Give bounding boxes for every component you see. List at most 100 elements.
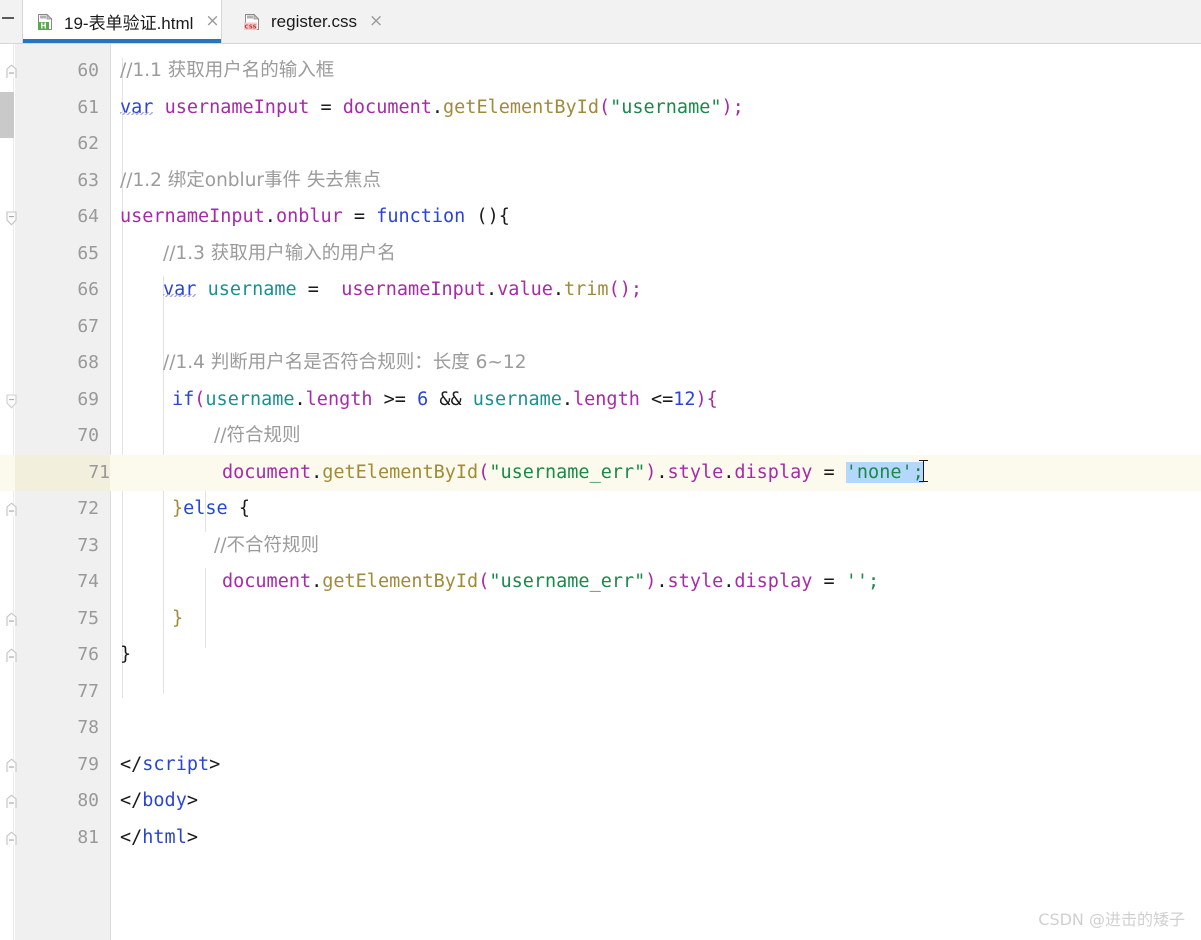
code-line-text: //1.4 判断用户名是否符合规则：长度 6~12: [163, 345, 1201, 382]
fold-marker-end-icon[interactable]: [4, 611, 19, 627]
code-line-text: var username = usernameInput.value.trim(…: [163, 272, 1201, 309]
code-row-64[interactable]: 64 usernameInput.onblur = function (){: [0, 199, 1201, 236]
dot: .: [486, 279, 498, 300]
fold-marker-end-icon[interactable]: [4, 830, 19, 846]
code-line-text: //不合符规则: [214, 528, 1201, 565]
code-row-63[interactable]: 63 //1.2 绑定onblur事件 失去焦点: [0, 163, 1201, 200]
line-number: 62: [77, 133, 99, 154]
code-row-80[interactable]: 80 </body>: [0, 783, 1201, 820]
keyword-if: if: [172, 388, 195, 410]
svg-text:CSS: CSS: [244, 24, 256, 30]
fold-marker-open-icon[interactable]: [4, 393, 19, 409]
property-style: style: [667, 571, 724, 592]
code-row-68[interactable]: 68 //1.4 判断用户名是否符合规则：长度 6~12: [0, 345, 1201, 382]
code-line-text: usernameInput.onblur = function (){: [120, 199, 1201, 236]
code-line-text: //1.3 获取用户输入的用户名: [163, 236, 1201, 273]
css-file-icon: CSS: [242, 12, 262, 32]
property-onblur: onblur: [275, 206, 343, 227]
dot: .: [431, 96, 444, 118]
selected-text[interactable]: 'none';: [845, 461, 924, 483]
code-row-81[interactable]: 81 </html>: [0, 820, 1201, 857]
code-row-74[interactable]: 74 document.getElementById("username_err…: [0, 564, 1201, 601]
property-style: style: [667, 461, 724, 483]
method-trim: trim: [564, 279, 609, 300]
line-number: 73: [77, 534, 99, 556]
property-display: display: [734, 461, 813, 483]
comment-token: //1.4 判断用户名是否符合规则：长度 6~12: [163, 352, 527, 373]
fold-marker-end-icon[interactable]: [4, 794, 19, 809]
and-operator: &&: [428, 388, 473, 410]
method-getElementById: getElementById: [443, 96, 599, 118]
dot: .: [311, 571, 323, 592]
line-number: 69: [77, 388, 99, 410]
string-literal: "username_err": [489, 571, 646, 592]
keyword-else: else: [183, 498, 228, 519]
string-literal: "username_err": [489, 461, 646, 483]
dot: .: [294, 388, 306, 410]
code-line-text: </script>: [120, 747, 1201, 784]
html-file-icon: H: [35, 12, 55, 32]
tab-label: 19-表单验证.html: [64, 14, 194, 33]
number-literal: 12: [673, 388, 696, 410]
string-literal-empty: '';: [845, 571, 880, 592]
fold-marker-end-icon[interactable]: [4, 648, 19, 663]
close-icon[interactable]: ×: [369, 13, 383, 30]
code-row-61[interactable]: 61 var usernameInput = document.getEleme…: [0, 90, 1201, 127]
tag-close-bracket: >: [209, 753, 221, 775]
code-line-text: //1.1 获取用户名的输入框: [120, 53, 1201, 90]
tab-label: register.css: [271, 11, 357, 31]
code-line-text: }: [120, 637, 1201, 674]
line-number: 72: [77, 498, 99, 519]
line-number: 64: [77, 206, 99, 227]
tag-name-script: script: [142, 753, 210, 775]
tag-close-bracket: >: [186, 826, 198, 848]
code-row-69[interactable]: 69 if(username.length >= 6 && username.l…: [0, 382, 1201, 419]
closing-brace: }: [172, 607, 184, 629]
dot: .: [656, 571, 668, 592]
line-number: 71: [15, 454, 110, 491]
code-line-text: </html>: [120, 820, 1201, 857]
code-line-text: //符合规则: [214, 418, 1201, 455]
chevron-left-icon[interactable]: [2, 17, 14, 19]
fold-marker-open-icon[interactable]: [4, 211, 19, 226]
code-row-70[interactable]: 70 //符合规则: [0, 418, 1201, 455]
tab-19-form-validation-html[interactable]: H 19-表单验证.html ×: [22, 0, 222, 43]
keyword-var: var: [120, 96, 154, 118]
line-number: 81: [77, 826, 99, 848]
line-number: 70: [77, 425, 99, 446]
code-row-71-current[interactable]: 71 document.getElementById("username_err…: [0, 454, 1201, 491]
tag-name-body: body: [142, 790, 187, 811]
code-row-77[interactable]: 77: [0, 674, 1201, 711]
code-row-79[interactable]: 79 </script>: [0, 747, 1201, 784]
code-row-73[interactable]: 73 //不合符规则: [0, 528, 1201, 565]
fold-marker-end-icon[interactable]: [4, 757, 19, 773]
code-row-clipped[interactable]: //1.1 ...: [0, 44, 1201, 53]
code-line-text: }else {: [172, 491, 1201, 528]
code-row-78[interactable]: 78: [0, 710, 1201, 747]
comment-token: //1.1 获取用户名的输入框: [120, 60, 335, 81]
fold-marker-end-icon[interactable]: [4, 64, 19, 79]
code-row-65[interactable]: 65 //1.3 获取用户输入的用户名: [0, 236, 1201, 273]
local-username: username: [205, 388, 295, 410]
tag-open-bracket: </: [120, 753, 143, 775]
code-line-text: if(username.length >= 6 && username.leng…: [172, 382, 1201, 419]
code-row-67[interactable]: 67: [0, 309, 1201, 346]
fold-marker-end-icon[interactable]: [4, 502, 19, 517]
code-row-76[interactable]: 76 }: [0, 637, 1201, 674]
tag-open-bracket: </: [120, 790, 143, 811]
code-row-62[interactable]: 62: [0, 126, 1201, 163]
string-literal: "username": [610, 96, 722, 118]
line-number: 66: [77, 279, 99, 300]
line-number: 75: [77, 607, 99, 629]
tab-register-css[interactable]: CSS register.css ×: [230, 0, 390, 43]
code-row-75[interactable]: 75 }: [0, 601, 1201, 638]
dot: .: [723, 461, 735, 483]
code-editor[interactable]: //1.1 ... 60 //1.1 获取用户名的输入框 61 var user…: [0, 44, 1201, 940]
code-row-72[interactable]: 72 }else {: [0, 491, 1201, 528]
code-row-60[interactable]: 60 //1.1 获取用户名的输入框: [0, 53, 1201, 90]
code-line-text: document.getElementById("username_err").…: [222, 564, 1201, 601]
local-username: username: [207, 279, 297, 300]
code-row-66[interactable]: 66 var username = usernameInput.value.tr…: [0, 272, 1201, 309]
close-icon[interactable]: ×: [205, 13, 219, 30]
